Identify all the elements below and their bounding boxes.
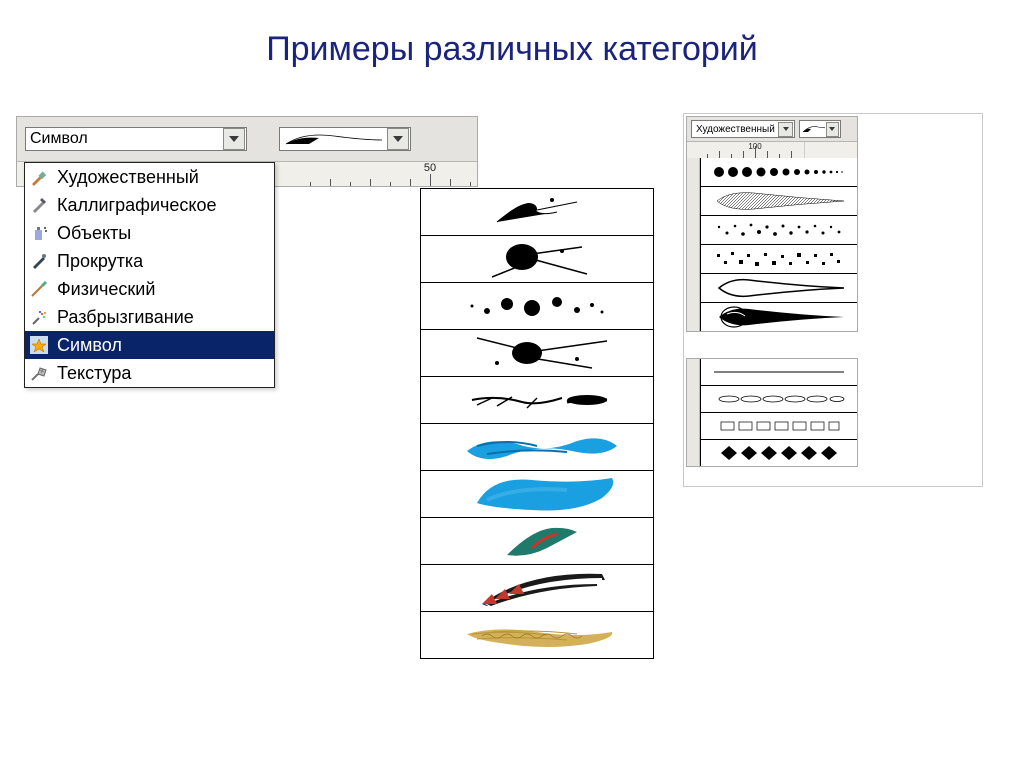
chevron-down-icon[interactable]	[778, 122, 793, 137]
dropdown-item-sprayer[interactable]: Разбрызгивание	[25, 303, 274, 331]
brush-sample[interactable]	[421, 518, 653, 565]
feather-brush-icon	[284, 130, 384, 148]
paintbrush-icon	[29, 167, 49, 187]
dropdown-item-label: Художественный	[57, 167, 199, 188]
brush-sample[interactable]	[701, 386, 857, 413]
spray-icon	[29, 307, 49, 327]
brush-sample[interactable]	[421, 377, 653, 424]
brush-sample[interactable]	[421, 330, 653, 377]
dropdown-item-objects[interactable]: Объекты	[25, 219, 274, 247]
dropdown-item-label: Прокрутка	[57, 251, 143, 272]
right-brush-list-secondary	[686, 358, 858, 467]
brush-sample[interactable]	[701, 216, 857, 245]
brush-thin-icon	[29, 279, 49, 299]
dropdown-item-label: Разбрызгивание	[57, 307, 194, 328]
dropdown-item-calligraphic[interactable]: Каллиграфическое	[25, 191, 274, 219]
category-dropdown-list: Художественный Каллиграфическое Объекты …	[24, 162, 275, 388]
brush-sample[interactable]	[421, 612, 653, 658]
right-category-dropdown[interactable]: Художественный	[691, 120, 795, 138]
category-dropdown[interactable]: Символ	[25, 127, 247, 151]
right-toolbar-panel: Художественный 100	[686, 116, 858, 332]
brush-sample[interactable]	[421, 189, 653, 236]
brush-sample[interactable]	[421, 236, 653, 283]
dropdown-item-label: Текстура	[57, 363, 131, 384]
left-toolbar: Символ	[17, 117, 477, 162]
dropdown-item-physical[interactable]: Физический	[25, 275, 274, 303]
chevron-down-icon[interactable]	[223, 128, 245, 150]
brush-sample[interactable]	[701, 303, 857, 331]
brush-sample[interactable]	[701, 158, 857, 187]
dropdown-item-scroll[interactable]: Прокрутка	[25, 247, 274, 275]
chevron-down-icon[interactable]	[826, 122, 839, 137]
pen-icon	[29, 251, 49, 271]
right-brush-list	[687, 158, 857, 331]
dropdown-item-symbol[interactable]: Символ	[25, 331, 274, 359]
dropdown-item-texture[interactable]: Текстура	[25, 359, 274, 387]
symbol-brush-samples	[420, 188, 654, 659]
spray-can-icon	[29, 223, 49, 243]
dropdown-item-artistic[interactable]: Художественный	[25, 163, 274, 191]
right-gutter	[687, 359, 700, 466]
right-toolbar: Художественный	[687, 117, 857, 142]
pen-nib-icon	[29, 195, 49, 215]
brush-sample[interactable]	[701, 187, 857, 216]
brush-sample[interactable]	[421, 565, 653, 612]
right-brush-preview[interactable]	[799, 120, 841, 138]
brush-sample[interactable]	[421, 283, 653, 330]
chevron-down-icon[interactable]	[387, 128, 409, 150]
texture-icon	[29, 363, 49, 383]
right-gutter	[687, 158, 700, 331]
brush-sample[interactable]	[701, 413, 857, 440]
right-ruler: 100	[687, 142, 805, 158]
brush-preview-dropdown[interactable]	[279, 127, 411, 151]
brush-sample[interactable]	[701, 359, 857, 386]
ruler-mark: 50	[424, 162, 436, 174]
star-shape-icon	[29, 335, 49, 355]
right-category-dropdown-value: Художественный	[692, 124, 775, 135]
brush-sample[interactable]	[701, 440, 857, 466]
feather-brush-icon	[802, 123, 825, 135]
dropdown-item-label: Каллиграфическое	[57, 195, 217, 216]
dropdown-item-label: Объекты	[57, 223, 131, 244]
brush-sample[interactable]	[701, 274, 857, 303]
category-dropdown-value: Символ	[26, 130, 88, 148]
brush-sample[interactable]	[421, 424, 653, 471]
dropdown-item-label: Физический	[57, 279, 155, 300]
brush-sample[interactable]	[701, 245, 857, 274]
page-title: Примеры различных категорий	[0, 0, 1024, 99]
dropdown-item-label: Символ	[57, 335, 122, 356]
brush-sample[interactable]	[421, 471, 653, 518]
